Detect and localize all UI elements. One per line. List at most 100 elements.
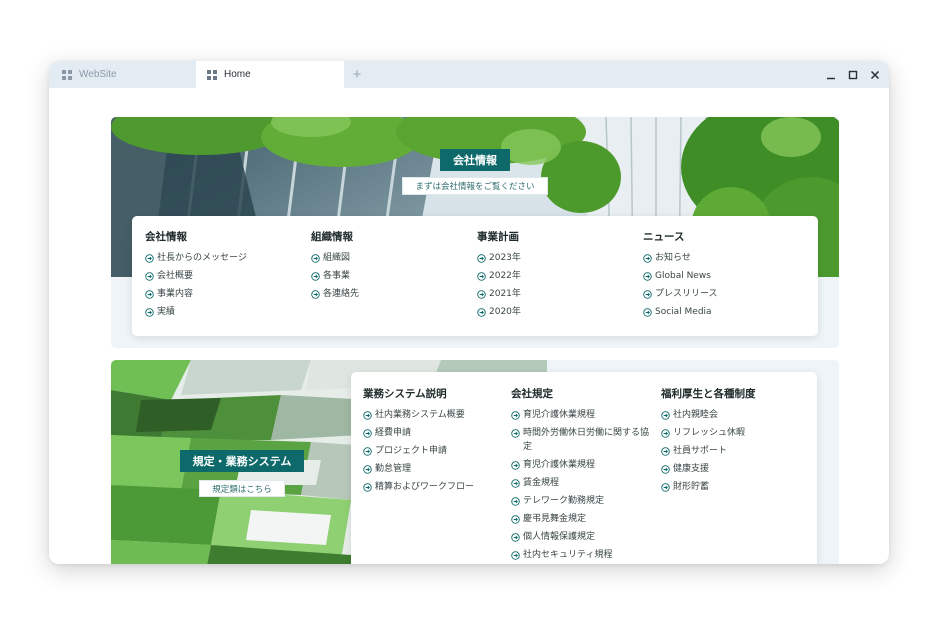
link-label: 各事業 [323, 271, 351, 281]
link-item[interactable]: テレワーク勤務規定 [511, 494, 659, 508]
link-item[interactable]: 社内業務システム概要 [363, 408, 508, 422]
link-label: 社長からのメッセージ [157, 253, 247, 263]
grid-icon [207, 69, 217, 80]
circle-arrow-right-icon [363, 410, 372, 420]
link-item[interactable]: 実績 [145, 305, 305, 319]
link-label: 時間外労働休日労働に関する協定 [523, 428, 650, 452]
link-item[interactable]: 時間外労働休日労働に関する協定 [511, 426, 659, 454]
link-item[interactable]: お知らせ [643, 251, 808, 265]
link-item[interactable]: 会社概要 [145, 269, 305, 283]
circle-arrow-right-icon [511, 410, 520, 420]
link-item[interactable]: 事業内容 [145, 287, 305, 301]
link-item[interactable]: 2020年 [477, 305, 637, 319]
circle-arrow-right-icon [477, 253, 486, 263]
link-item[interactable]: 社内セキュリティ規程 [511, 548, 659, 562]
link-label: 精算およびワークフロー [375, 482, 475, 492]
circle-arrow-right-icon [511, 460, 520, 470]
circle-arrow-right-icon [311, 289, 320, 299]
tab-website[interactable]: WebSite [49, 61, 196, 88]
circle-arrow-right-icon [643, 307, 652, 317]
browser-window: WebSite Home + 会社情報 まずは会社情報をご覧ください 会社情報 … [49, 61, 889, 564]
minimize-icon[interactable] [825, 69, 837, 81]
link-label: 経費申請 [375, 428, 412, 438]
new-tab-button[interactable]: + [349, 64, 365, 84]
link-label: 2023年 [489, 253, 521, 263]
column-title: 事業計画 [477, 231, 519, 243]
link-item[interactable]: プレスリリース [643, 287, 808, 301]
link-label: Social Media [655, 307, 712, 317]
link-item[interactable]: 賃金規程 [511, 476, 659, 490]
link-label: テレワーク勤務規定 [523, 496, 605, 506]
column-title: 組織情報 [311, 231, 353, 243]
circle-arrow-right-icon [477, 289, 486, 299]
circle-arrow-right-icon [643, 289, 652, 299]
rules-links-card: 業務システム説明 社内業務システム概要 経費申請 プロジェクト申請 勤怠管理 精… [351, 372, 817, 564]
rules-section: 規定・業務システム 規定類はこちら 業務システム説明 社内業務システム概要 経費… [111, 360, 839, 564]
link-item[interactable]: Global News [643, 269, 808, 283]
link-item[interactable]: 2023年 [477, 251, 637, 265]
link-item[interactable]: 各事業 [311, 269, 471, 283]
link-item[interactable]: 2021年 [477, 287, 637, 301]
circle-arrow-right-icon [145, 271, 154, 281]
circle-arrow-right-icon [145, 253, 154, 263]
link-item[interactable]: 経費申請 [363, 426, 508, 440]
circle-arrow-right-icon [661, 482, 670, 492]
company-column-3: ニュース お知らせ Global News プレスリリース Social Med… [643, 229, 808, 323]
link-label: プロジェクト申請 [375, 446, 448, 456]
link-label: 2020年 [489, 307, 521, 317]
column-title: 福利厚生と各種制度 [661, 388, 756, 400]
link-label: 賃金規程 [523, 478, 560, 488]
link-label: 社内セキュリティ規程 [523, 550, 613, 560]
link-label: 2021年 [489, 289, 521, 299]
rules-column-1: 会社規定 育児介護休業規程 時間外労働休日労働に関する協定 育児介護休業規程 賃… [511, 386, 659, 564]
company-column-2: 事業計画 2023年 2022年 2021年 2020年 [477, 229, 637, 323]
link-item[interactable]: 社長からのメッセージ [145, 251, 305, 265]
rules-view-button[interactable]: 規定類はこちら [199, 480, 285, 497]
link-item[interactable]: リフレッシュ休暇 [661, 426, 811, 440]
link-item[interactable]: 各連絡先 [311, 287, 471, 301]
column-title: ニュース [643, 231, 685, 243]
link-label: 社員サポート [673, 446, 728, 456]
circle-arrow-right-icon [363, 482, 372, 492]
link-item[interactable]: 育児介護休業規程 [511, 458, 659, 472]
tab-home[interactable]: Home [196, 61, 344, 88]
link-item[interactable]: 健康支援 [661, 462, 811, 476]
link-item[interactable]: 財形貯蓄 [661, 480, 811, 494]
company-column-1: 組織情報 組織図 各事業 各連絡先 [311, 229, 471, 305]
circle-arrow-right-icon [511, 478, 520, 488]
circle-arrow-right-icon [363, 464, 372, 474]
circle-arrow-right-icon [363, 428, 372, 438]
company-links-card: 会社情報 社長からのメッセージ 会社概要 事業内容 実績 組織情報 組織図 各事… [132, 216, 818, 336]
link-label: 組織図 [323, 253, 351, 263]
link-item[interactable]: 精算およびワークフロー [363, 480, 508, 494]
circle-arrow-right-icon [661, 410, 670, 420]
link-label: 社内親睦会 [673, 410, 719, 420]
link-item[interactable]: 育児介護休業規程 [511, 408, 659, 422]
link-label: お知らせ [655, 253, 691, 263]
link-item[interactable]: プロジェクト申請 [363, 444, 508, 458]
link-item[interactable]: 2022年 [477, 269, 637, 283]
link-label: 育児介護休業規程 [523, 410, 596, 420]
link-item[interactable]: Social Media [643, 305, 808, 319]
circle-arrow-right-icon [661, 428, 670, 438]
circle-arrow-right-icon [363, 446, 372, 456]
rules-badge: 規定・業務システム [180, 450, 304, 472]
close-icon[interactable] [869, 69, 881, 81]
column-title: 会社情報 [145, 231, 187, 243]
circle-arrow-right-icon [511, 496, 520, 506]
circle-arrow-right-icon [511, 428, 520, 438]
window-controls [825, 61, 881, 88]
maximize-icon[interactable] [847, 69, 859, 81]
company-view-button[interactable]: まずは会社情報をご覧ください [402, 177, 548, 195]
link-item[interactable]: 組織図 [311, 251, 471, 265]
link-label: 財形貯蓄 [673, 482, 710, 492]
link-item[interactable]: 勤怠管理 [363, 462, 508, 476]
link-label: 事業内容 [157, 289, 194, 299]
link-item[interactable]: 個人情報保護規定 [511, 530, 659, 544]
link-item[interactable]: 社内親睦会 [661, 408, 811, 422]
rules-column-2: 福利厚生と各種制度 社内親睦会 リフレッシュ休暇 社員サポート 健康支援 財形貯… [661, 386, 811, 498]
circle-arrow-right-icon [643, 253, 652, 263]
link-label: プレスリリース [655, 289, 718, 299]
link-item[interactable]: 慶弔見舞金規定 [511, 512, 659, 526]
link-item[interactable]: 社員サポート [661, 444, 811, 458]
